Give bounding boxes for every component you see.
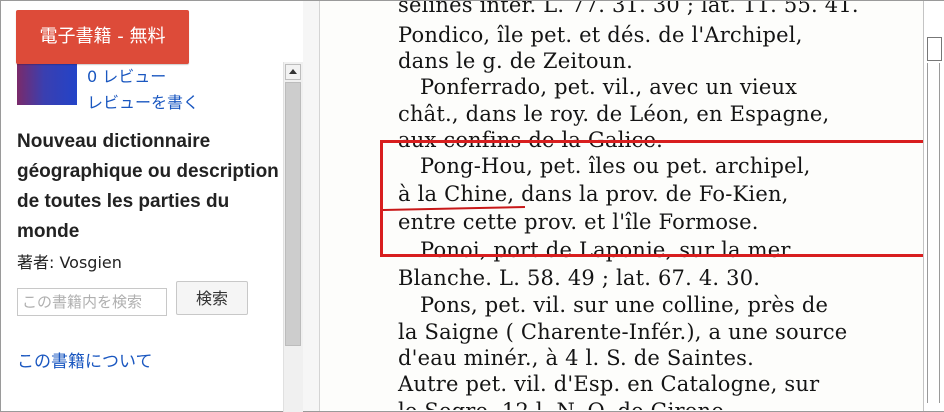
viewer-scrollbar[interactable] xyxy=(923,1,944,411)
scan-line: Pondico, île pet. et dés. de l'Archipel, xyxy=(398,23,803,47)
write-review-link[interactable]: レビューを書く xyxy=(87,89,199,113)
scan-line: chât., dans le roy. de Léon, en Espagne, xyxy=(398,102,830,126)
scan-line: Autre pet. vil. d'Esp. en Catalogne, sur xyxy=(398,372,820,396)
book-author: 著者: Vosgien xyxy=(17,253,122,272)
scan-line: le Segre, 12 l. N. O. de Girone. xyxy=(398,399,731,410)
scanned-page-viewer[interactable]: selines inter. L. 77. 31. 30 ; lat. 11. … xyxy=(320,1,923,410)
search-in-book-input[interactable] xyxy=(17,288,167,316)
scan-line: selines inter. L. 77. 31. 30 ; lat. 11. … xyxy=(398,1,859,17)
scan-line: la Saigne ( Charente-Infér.), a une sour… xyxy=(398,320,848,344)
scan-line: dans le g. de Zeitoun. xyxy=(398,49,634,73)
viewer-scroll-thumb[interactable] xyxy=(927,37,942,61)
scroll-thumb[interactable] xyxy=(285,82,301,346)
left-panel-scrollbar[interactable] xyxy=(283,62,303,412)
book-cover-thumbnail[interactable] xyxy=(17,57,77,105)
scan-line: Pons, pet. vil. sur une colline, près de xyxy=(420,293,829,317)
panel-gutter xyxy=(303,1,319,411)
scan-line: Blanche. L. 58. 49 ; lat. 67. 4. 30. xyxy=(398,266,761,290)
search-button[interactable]: 検索 xyxy=(176,281,248,315)
viewer-scroll-track[interactable] xyxy=(927,63,940,403)
scan-line: d'eau minér., à 4 l. S. de Saintes. xyxy=(398,346,755,370)
about-this-book-link[interactable]: この書籍について xyxy=(17,347,153,372)
scroll-up-arrow-icon[interactable] xyxy=(285,64,301,80)
red-highlight-box xyxy=(380,140,923,257)
scan-line: Ponferrado, pet. vil., avec un vieux xyxy=(420,75,798,99)
review-count-link[interactable]: 0 レビュー xyxy=(87,63,166,87)
book-title: Nouveau dictionnaire géographique ou des… xyxy=(17,131,279,242)
ebook-free-button[interactable]: 電子書籍 - 無料 xyxy=(16,10,189,64)
